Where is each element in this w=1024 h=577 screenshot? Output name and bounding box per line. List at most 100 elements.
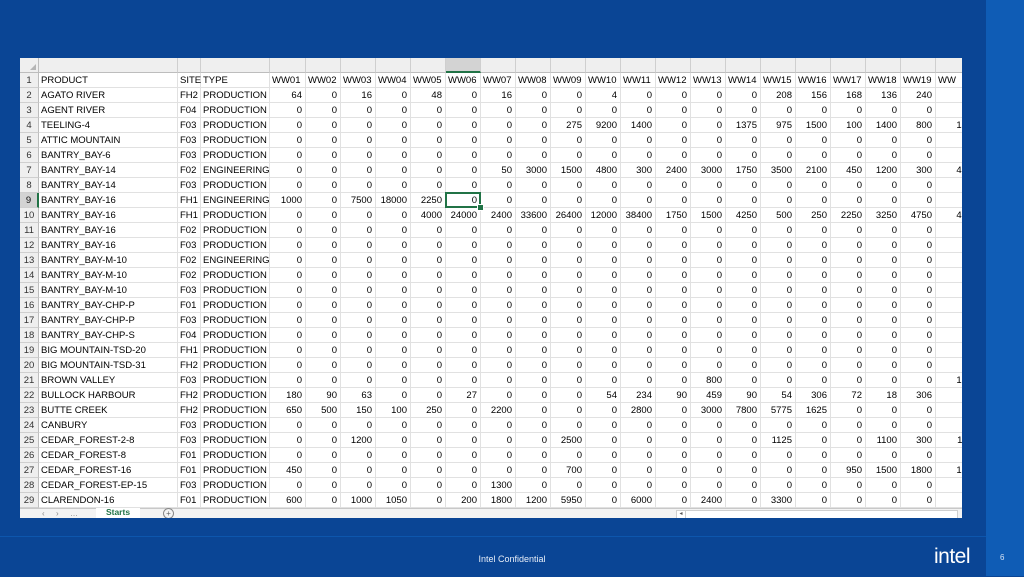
data-cell[interactable]: 0: [551, 103, 586, 118]
data-cell[interactable]: 0: [656, 328, 691, 343]
data-cell[interactable]: 0: [551, 133, 586, 148]
data-cell[interactable]: 1800: [901, 463, 936, 478]
data-cell[interactable]: 0: [901, 298, 936, 313]
header-cell[interactable]: WW: [936, 73, 962, 88]
data-cell[interactable]: 0: [551, 268, 586, 283]
data-cell[interactable]: F01: [178, 448, 201, 463]
data-cell[interactable]: PRODUCTION: [201, 223, 270, 238]
data-cell[interactable]: BROWN VALLEY: [39, 373, 178, 388]
row-header[interactable]: 14: [20, 268, 39, 283]
data-cell[interactable]: 0: [831, 283, 866, 298]
spreadsheet-window[interactable]: 1 PRODUCT SITE TYPE WW01 WW02 WW03 WW04 WW05 WW06…: [20, 58, 962, 518]
data-cell[interactable]: [936, 103, 962, 118]
data-cell[interactable]: 0: [306, 208, 341, 223]
data-cell[interactable]: 0: [586, 313, 621, 328]
data-cell[interactable]: 5775: [761, 403, 796, 418]
data-cell[interactable]: 0: [376, 463, 411, 478]
data-cell[interactable]: 0: [481, 418, 516, 433]
data-cell[interactable]: 300: [901, 433, 936, 448]
data-cell[interactable]: 0: [586, 178, 621, 193]
data-cell[interactable]: 0: [306, 283, 341, 298]
data-cell[interactable]: BANTRY_BAY-M-10: [39, 283, 178, 298]
data-cell[interactable]: 2400: [481, 208, 516, 223]
data-cell[interactable]: 0: [446, 163, 481, 178]
data-cell[interactable]: 50: [481, 163, 516, 178]
data-cell[interactable]: 0: [446, 448, 481, 463]
data-cell[interactable]: 0: [306, 358, 341, 373]
data-cell[interactable]: 9200: [586, 118, 621, 133]
tab-more-icon[interactable]: …: [70, 509, 78, 518]
data-cell[interactable]: PRODUCTION: [201, 388, 270, 403]
data-cell[interactable]: 0: [796, 343, 831, 358]
data-cell[interactable]: 0: [411, 418, 446, 433]
data-cell[interactable]: 0: [761, 193, 796, 208]
data-cell[interactable]: 7800: [726, 403, 761, 418]
data-cell[interactable]: 0: [621, 268, 656, 283]
data-cell[interactable]: 0: [656, 133, 691, 148]
data-cell[interactable]: 4750: [901, 208, 936, 223]
data-cell[interactable]: 4800: [586, 163, 621, 178]
data-cell[interactable]: 0: [761, 343, 796, 358]
data-cell[interactable]: 100: [831, 118, 866, 133]
data-cell[interactable]: 0: [831, 448, 866, 463]
data-cell[interactable]: 0: [621, 463, 656, 478]
data-cell[interactable]: 0: [411, 358, 446, 373]
data-cell[interactable]: [936, 343, 962, 358]
data-cell[interactable]: 0: [726, 148, 761, 163]
data-cell[interactable]: CEDAR_FOREST-EP-15: [39, 478, 178, 493]
data-cell[interactable]: 0: [656, 298, 691, 313]
data-cell[interactable]: 0: [586, 283, 621, 298]
data-cell[interactable]: 0: [446, 478, 481, 493]
data-cell[interactable]: [936, 148, 962, 163]
data-cell[interactable]: 0: [691, 268, 726, 283]
data-cell[interactable]: 0: [446, 148, 481, 163]
data-cell[interactable]: 0: [691, 448, 726, 463]
data-cell[interactable]: 0: [831, 403, 866, 418]
data-cell[interactable]: 0: [691, 238, 726, 253]
data-cell[interactable]: 1200: [516, 493, 551, 508]
data-cell[interactable]: 0: [726, 88, 761, 103]
data-cell[interactable]: 0: [411, 283, 446, 298]
data-cell[interactable]: 0: [481, 238, 516, 253]
header-cell[interactable]: WW10: [586, 73, 621, 88]
data-cell[interactable]: 0: [796, 493, 831, 508]
data-cell[interactable]: 0: [446, 253, 481, 268]
data-cell[interactable]: 0: [411, 103, 446, 118]
data-cell[interactable]: 0: [481, 448, 516, 463]
row-header[interactable]: 21: [20, 373, 39, 388]
header-cell[interactable]: SITE: [178, 73, 201, 88]
data-cell[interactable]: 0: [306, 298, 341, 313]
data-cell[interactable]: PRODUCTION: [201, 343, 270, 358]
row-header[interactable]: 7: [20, 163, 39, 178]
data-cell[interactable]: PRODUCTION: [201, 283, 270, 298]
data-cell[interactable]: 0: [831, 478, 866, 493]
data-cell[interactable]: 0: [446, 178, 481, 193]
data-cell[interactable]: 0: [270, 433, 306, 448]
data-cell[interactable]: 0: [270, 253, 306, 268]
data-cell[interactable]: 0: [551, 418, 586, 433]
data-cell[interactable]: 0: [726, 223, 761, 238]
data-cell[interactable]: 0: [270, 208, 306, 223]
data-cell[interactable]: 0: [551, 358, 586, 373]
data-cell[interactable]: 0: [516, 313, 551, 328]
data-cell[interactable]: PRODUCTION: [201, 178, 270, 193]
data-cell[interactable]: 0: [656, 478, 691, 493]
data-cell[interactable]: 156: [796, 88, 831, 103]
data-cell[interactable]: PRODUCTION: [201, 328, 270, 343]
data-cell[interactable]: 0: [516, 133, 551, 148]
data-cell[interactable]: 450: [831, 163, 866, 178]
data-cell[interactable]: 0: [726, 418, 761, 433]
data-cell[interactable]: 0: [551, 373, 586, 388]
data-cell[interactable]: 0: [341, 103, 376, 118]
data-cell[interactable]: F01: [178, 463, 201, 478]
data-cell[interactable]: 0: [656, 268, 691, 283]
data-cell[interactable]: 0: [726, 433, 761, 448]
data-cell[interactable]: 0: [270, 238, 306, 253]
data-cell[interactable]: 0: [831, 193, 866, 208]
column-header-h[interactable]: [411, 58, 446, 73]
data-cell[interactable]: 4000: [411, 208, 446, 223]
header-cell[interactable]: WW08: [516, 73, 551, 88]
data-cell[interactable]: 0: [481, 343, 516, 358]
data-cell[interactable]: 0: [341, 418, 376, 433]
data-cell[interactable]: 0: [761, 133, 796, 148]
